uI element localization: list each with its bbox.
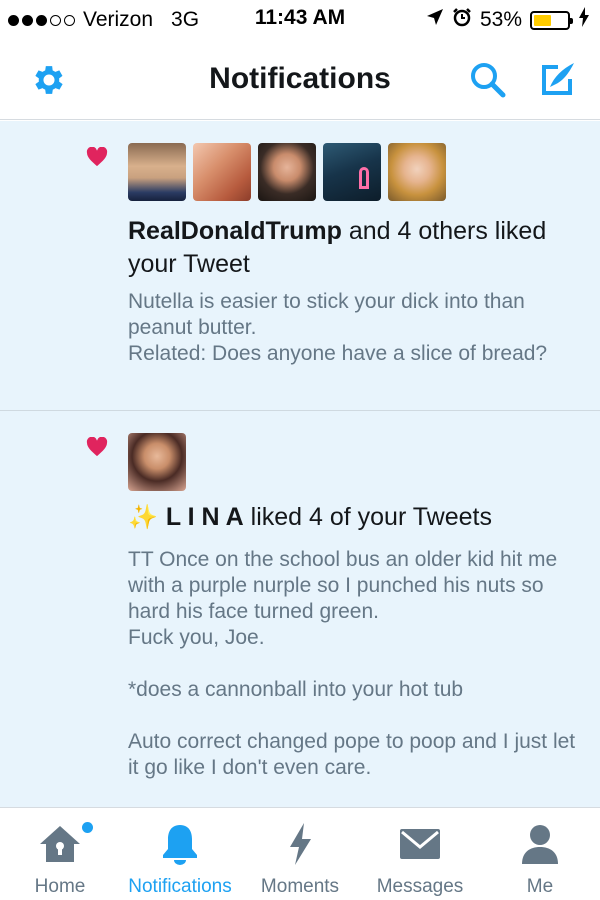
- tab-label: Me: [526, 876, 554, 897]
- notification-summary: RealDonaldTrump and 4 others liked your …: [128, 215, 570, 281]
- avatar[interactable]: [388, 143, 446, 201]
- actor-name[interactable]: L I N A: [166, 503, 244, 531]
- avatar[interactable]: [193, 143, 251, 201]
- compose-icon: [542, 63, 574, 95]
- tab-bar: Home Notifications Moments Messages Me: [0, 807, 600, 900]
- notifications-feed[interactable]: RealDonaldTrump and 4 others liked your …: [0, 121, 600, 807]
- tab-messages[interactable]: Messages: [360, 808, 480, 900]
- search-button[interactable]: [466, 58, 510, 102]
- lightning-icon: [278, 822, 322, 866]
- avatar[interactable]: [258, 143, 316, 201]
- ribbon-icon: [359, 167, 369, 189]
- battery-icon: [530, 10, 573, 30]
- avatar[interactable]: [128, 433, 186, 491]
- avatar[interactable]: [323, 143, 381, 201]
- compose-button[interactable]: [535, 58, 579, 102]
- sparkle-icon: ✨: [128, 504, 158, 531]
- envelope-icon: [398, 822, 442, 866]
- tab-home[interactable]: Home: [0, 808, 120, 900]
- home-icon: [38, 822, 82, 866]
- unread-dot: [82, 822, 93, 833]
- tab-notifications[interactable]: Notifications: [120, 808, 240, 900]
- person-icon: [518, 822, 562, 866]
- page-title: Notifications: [209, 62, 391, 95]
- tab-moments[interactable]: Moments: [240, 808, 360, 900]
- search-icon: [471, 63, 506, 98]
- notification-item[interactable]: ✨ L I N A liked 4 of your Tweets TT Once …: [0, 411, 600, 807]
- tweet-text: TT Once on the school bus an older kid h…: [128, 548, 576, 779]
- avatar[interactable]: [128, 143, 186, 201]
- status-indicators: 53%: [426, 6, 590, 34]
- avatar-group: [128, 143, 446, 201]
- heart-icon: [86, 437, 108, 457]
- avatar-group: [128, 433, 186, 491]
- notification-item[interactable]: RealDonaldTrump and 4 others liked your …: [0, 121, 600, 411]
- heart-icon: [86, 147, 108, 167]
- status-bar: Verizon 3G 11:43 AM 53%: [0, 0, 600, 40]
- tab-label: Messages: [376, 876, 464, 897]
- tab-me[interactable]: Me: [480, 808, 600, 900]
- bell-icon: [158, 822, 202, 866]
- tab-label: Home: [34, 876, 86, 897]
- tab-label: Moments: [260, 876, 340, 897]
- notification-action: liked 4 of your Tweets: [243, 503, 492, 531]
- battery-percent: 53%: [479, 8, 522, 31]
- location-icon: [426, 8, 444, 32]
- notification-summary: ✨ L I N A liked 4 of your Tweets: [128, 501, 570, 534]
- nav-header: Notifications: [0, 40, 600, 120]
- actor-name[interactable]: RealDonaldTrump: [128, 217, 342, 245]
- tab-label: Notifications: [128, 876, 232, 897]
- charging-icon: [578, 7, 590, 33]
- alarm-icon: [452, 7, 472, 33]
- tweet-text: Nutella is easier to stick your dick int…: [128, 290, 548, 365]
